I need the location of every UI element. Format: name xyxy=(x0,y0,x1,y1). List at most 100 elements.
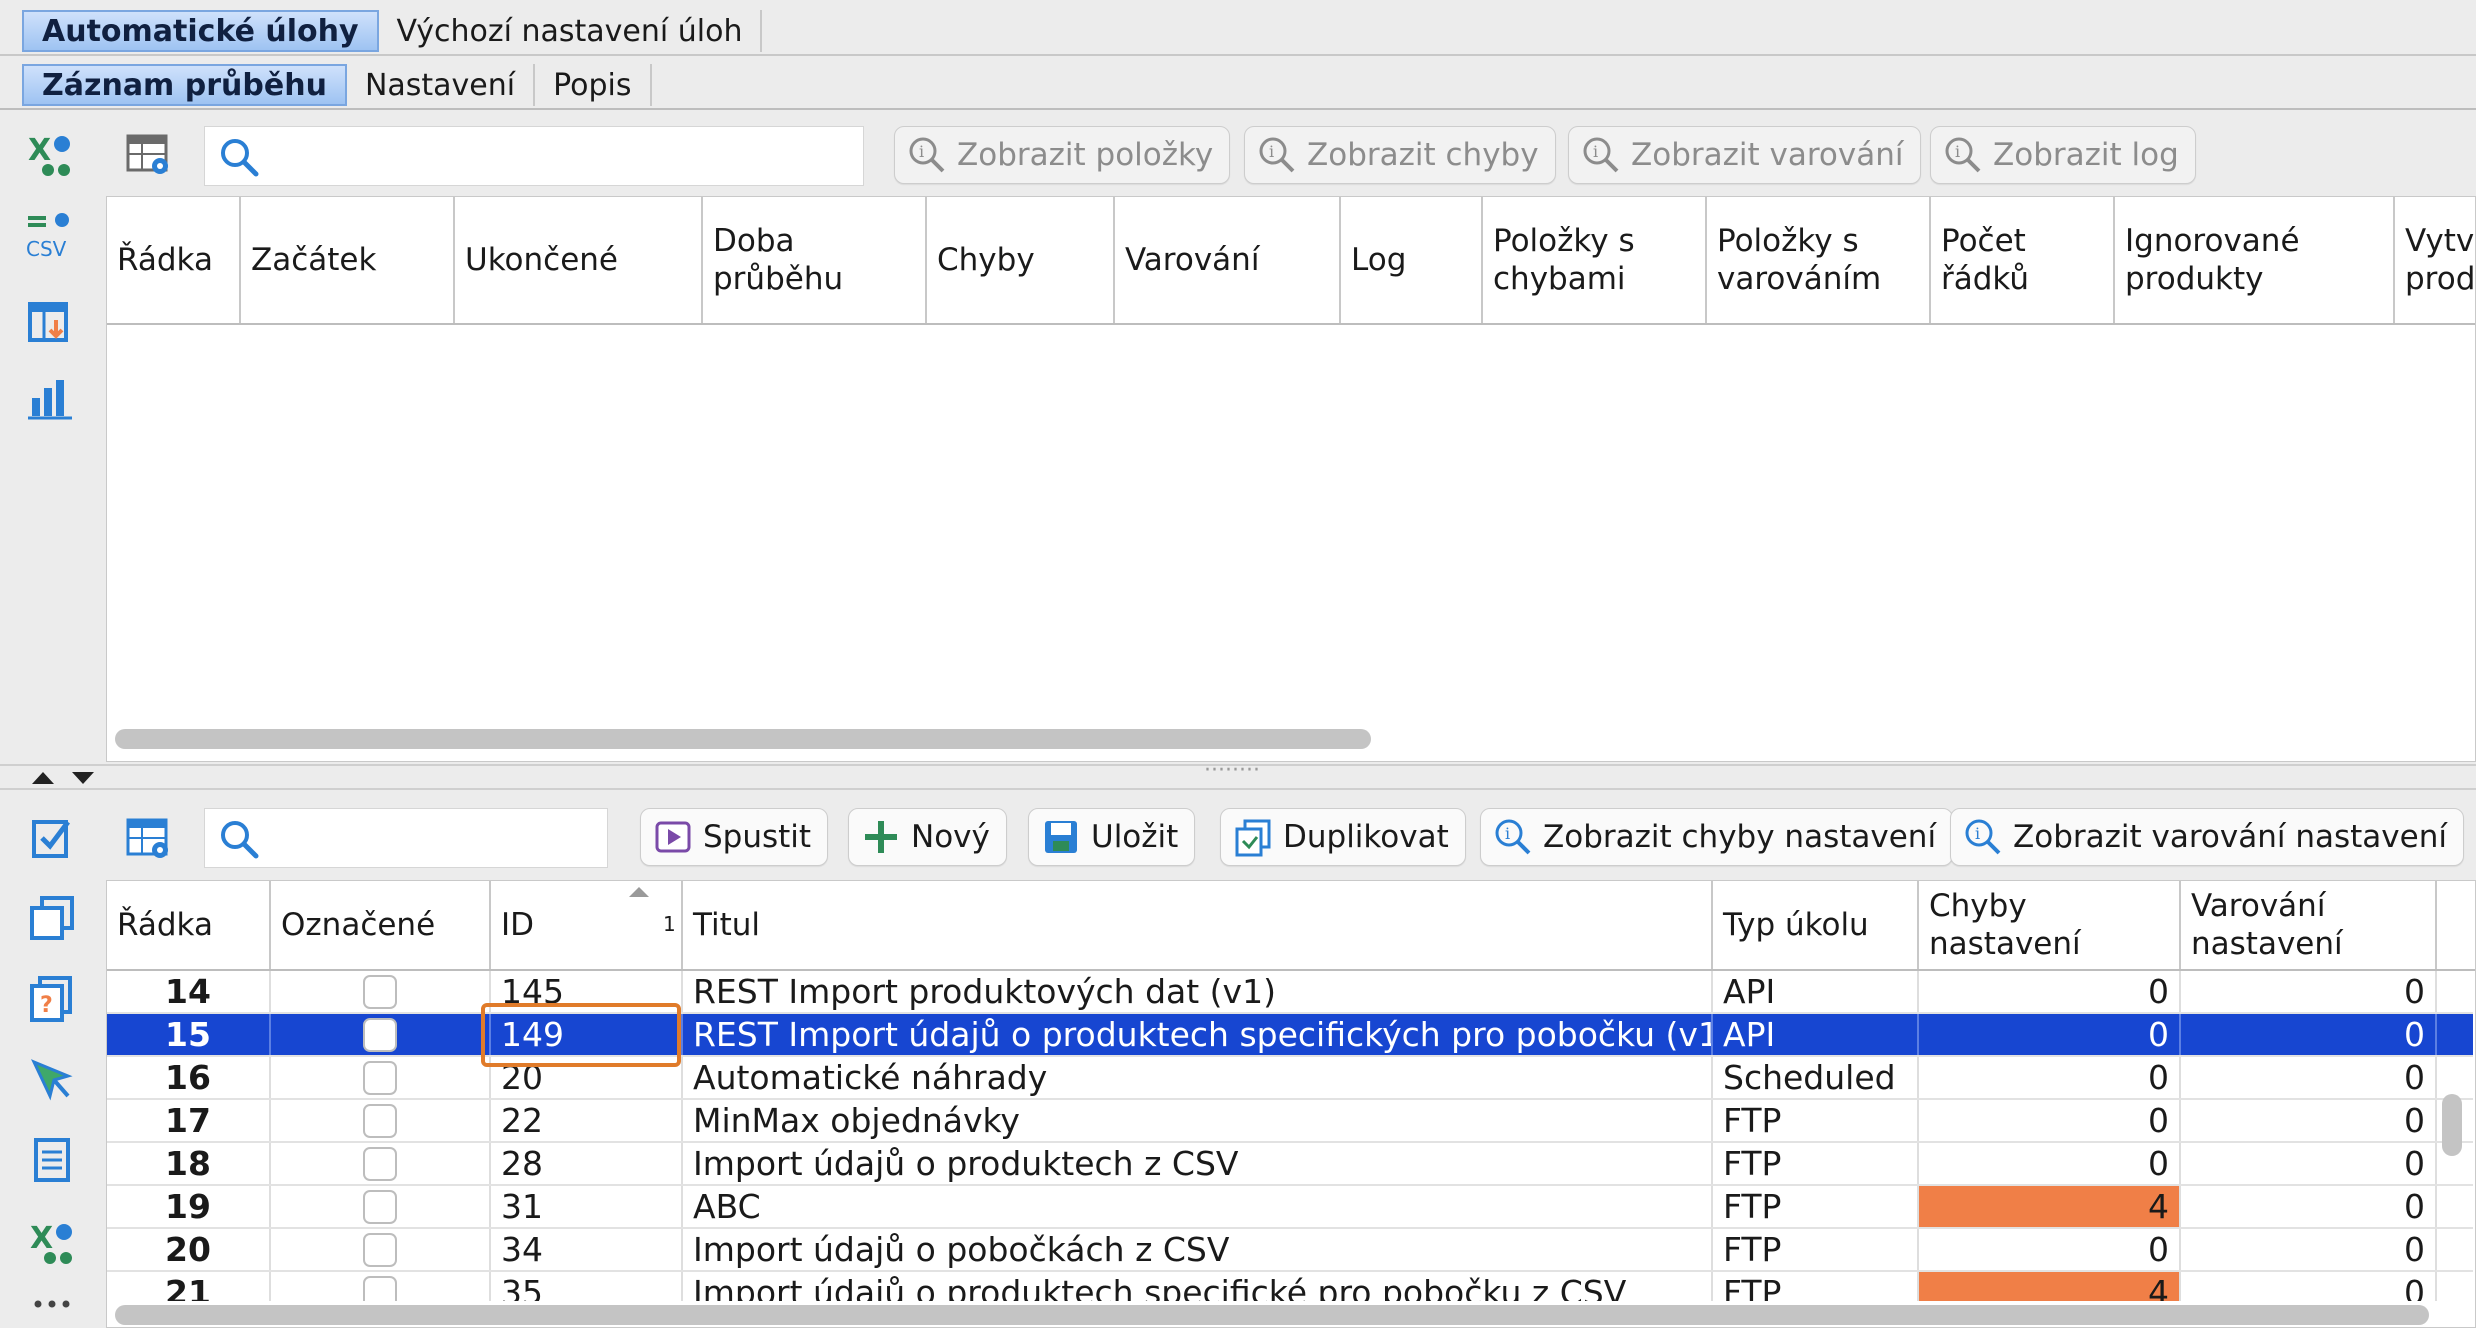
row-checkbox[interactable] xyxy=(363,1146,397,1181)
cell-chyby[interactable]: 0 xyxy=(1919,971,2181,1012)
col-doba-prubehu[interactable]: Doba průběhu xyxy=(703,197,927,323)
cell-radka[interactable]: 20 xyxy=(107,1229,271,1270)
row-checkbox-cell[interactable] xyxy=(271,1143,491,1184)
tab-vychozi-nastaveni-uloh[interactable]: Výchozí nastavení úloh xyxy=(379,10,763,52)
table-row[interactable]: 15 149 REST Import údajů o produktech spec… xyxy=(107,1014,2473,1057)
cell-chyby[interactable]: 0 xyxy=(1919,1014,2181,1055)
cell-radka[interactable]: 21 xyxy=(107,1272,271,1301)
checklist-icon[interactable] xyxy=(26,810,78,862)
table-row[interactable]: 16 20 Automatické náhrady Scheduled 0 0 xyxy=(107,1057,2473,1100)
upper-search-box[interactable] xyxy=(204,126,864,186)
row-checkbox[interactable] xyxy=(363,1060,397,1095)
duplikovat-button[interactable]: Duplikovat xyxy=(1220,808,1466,866)
table-row[interactable]: 18 28 Import údajů o produktech z CSV FTP 0 0 xyxy=(107,1143,2473,1186)
cell-titul[interactable]: Import údajů o produktech specifické pro… xyxy=(683,1272,1713,1301)
zobrazit-log-button[interactable]: i Zobrazit log xyxy=(1930,126,2196,184)
cell-id[interactable]: 31 xyxy=(491,1186,683,1227)
cell-varovani[interactable]: 0 xyxy=(2181,971,2437,1012)
cell-chyby[interactable]: 4 xyxy=(1919,1272,2181,1301)
collapse-down-icon[interactable] xyxy=(70,770,96,786)
cell-id[interactable]: 35 xyxy=(491,1272,683,1301)
col-zacatek[interactable]: Začátek xyxy=(241,197,455,323)
cell-chyby[interactable]: 0 xyxy=(1919,1057,2181,1098)
cell-typ[interactable]: API xyxy=(1713,971,1919,1012)
cell-typ[interactable]: FTP xyxy=(1713,1272,1919,1301)
row-checkbox-cell[interactable] xyxy=(271,1057,491,1098)
row-checkbox[interactable] xyxy=(363,1103,397,1138)
col-varovani[interactable]: Varování xyxy=(1115,197,1341,323)
col-polozky-s-chybami[interactable]: Položky s chybami xyxy=(1483,197,1707,323)
cell-typ[interactable]: FTP xyxy=(1713,1100,1919,1141)
col-ukoncene[interactable]: Ukončené xyxy=(455,197,703,323)
cell-titul[interactable]: Import údajů o pobočkách z CSV xyxy=(683,1229,1713,1270)
more-icon[interactable] xyxy=(26,1284,78,1324)
col-chyby-nastaveni[interactable]: Chyby nastavení xyxy=(1919,881,2181,969)
lower-horizontal-scrollbar[interactable] xyxy=(115,1305,2429,1325)
excel-export-icon[interactable]: X xyxy=(24,128,76,180)
lower-vertical-scrollbar[interactable] xyxy=(2442,1094,2462,1156)
cell-chyby[interactable]: 0 xyxy=(1919,1100,2181,1141)
col-pocet-radku[interactable]: Počet řádků xyxy=(1931,197,2115,323)
cell-varovani[interactable]: 0 xyxy=(2181,1143,2437,1184)
cell-radka[interactable]: 15 xyxy=(107,1014,271,1055)
row-checkbox[interactable] xyxy=(363,1232,397,1267)
col-id[interactable]: ID 1 xyxy=(491,881,683,969)
row-checkbox-cell[interactable] xyxy=(271,1014,491,1055)
cell-radka[interactable]: 17 xyxy=(107,1100,271,1141)
cell-chyby[interactable]: 4 xyxy=(1919,1186,2181,1227)
cell-radka[interactable]: 14 xyxy=(107,971,271,1012)
tab-zaznam-prubehu[interactable]: Záznam průběhu xyxy=(22,64,347,106)
tab-automaticke-ulohy[interactable]: Automatické úlohy xyxy=(22,10,379,52)
cell-varovani[interactable]: 0 xyxy=(2181,1100,2437,1141)
cell-varovani[interactable]: 0 xyxy=(2181,1014,2437,1055)
cell-chyby[interactable]: 0 xyxy=(1919,1229,2181,1270)
col-radka[interactable]: Řádka xyxy=(107,881,271,969)
row-checkbox[interactable] xyxy=(363,1189,397,1224)
col-titul[interactable]: Titul xyxy=(683,881,1713,969)
col-ignorovane-produkty[interactable]: Ignorované produkty xyxy=(2115,197,2395,323)
cell-id[interactable]: 34 xyxy=(491,1229,683,1270)
cell-titul[interactable]: Automatické náhrady xyxy=(683,1057,1713,1098)
table-row[interactable]: 14 145 REST Import produktových dat (v1) AP… xyxy=(107,971,2473,1014)
splitter[interactable]: ········ xyxy=(0,758,2476,790)
cell-radka[interactable]: 18 xyxy=(107,1143,271,1184)
spustit-button[interactable]: Spustit xyxy=(640,808,829,866)
col-polozky-s-varovanim[interactable]: Položky s varováním xyxy=(1707,197,1931,323)
row-checkbox[interactable] xyxy=(363,1017,397,1052)
col-oznacene[interactable]: Označené xyxy=(271,881,491,969)
col-varovani-nastaveni[interactable]: Varování nastavení xyxy=(2181,881,2437,969)
zobrazit-chyby-button[interactable]: i Zobrazit chyby xyxy=(1244,126,1556,184)
cell-chyby[interactable]: 0 xyxy=(1919,1143,2181,1184)
help-document-icon[interactable]: ? xyxy=(26,972,78,1024)
zobrazit-chyby-nastaveni-button[interactable]: i Zobrazit chyby nastavení xyxy=(1480,808,1954,866)
cell-typ[interactable]: Scheduled xyxy=(1713,1057,1919,1098)
cell-titul[interactable]: REST Import údajů o produktech specifick… xyxy=(683,1014,1713,1055)
lower-search-box[interactable] xyxy=(204,808,608,868)
row-checkbox-cell[interactable] xyxy=(271,1229,491,1270)
cell-radka[interactable]: 16 xyxy=(107,1057,271,1098)
table-row[interactable]: 20 34 Import údajů o pobočkách z CSV FTP 0 0 xyxy=(107,1229,2473,1272)
excel-export-icon[interactable]: X xyxy=(26,1216,78,1268)
tab-nastaveni[interactable]: Nastavení xyxy=(347,64,536,106)
cell-radka[interactable]: 19 xyxy=(107,1186,271,1227)
table-row[interactable]: 19 31 ABC FTP 4 0 xyxy=(107,1186,2473,1229)
cell-typ[interactable]: FTP xyxy=(1713,1186,1919,1227)
cell-id[interactable]: 22 xyxy=(491,1100,683,1141)
cell-varovani[interactable]: 0 xyxy=(2181,1272,2437,1301)
copy-icon[interactable] xyxy=(26,892,78,944)
grid-settings-icon[interactable] xyxy=(124,130,172,178)
cell-titul[interactable]: Import údajů o produktech z CSV xyxy=(683,1143,1713,1184)
cell-typ[interactable]: API xyxy=(1713,1014,1919,1055)
upper-search-input[interactable] xyxy=(269,133,855,181)
table-import-icon[interactable] xyxy=(24,296,76,348)
cell-typ[interactable]: FTP xyxy=(1713,1229,1919,1270)
col-chyby[interactable]: Chyby xyxy=(927,197,1115,323)
row-checkbox-cell[interactable] xyxy=(271,1272,491,1301)
cell-titul[interactable]: ABC xyxy=(683,1186,1713,1227)
cell-id[interactable]: 28 xyxy=(491,1143,683,1184)
ulozit-button[interactable]: Uložit xyxy=(1028,808,1196,866)
table-row[interactable]: 17 22 MinMax objednávky FTP 0 0 xyxy=(107,1100,2473,1143)
cursor-icon[interactable] xyxy=(26,1054,78,1106)
upper-horizontal-scrollbar[interactable] xyxy=(115,729,1371,749)
zobrazit-polozky-button[interactable]: i Zobrazit položky xyxy=(894,126,1231,184)
